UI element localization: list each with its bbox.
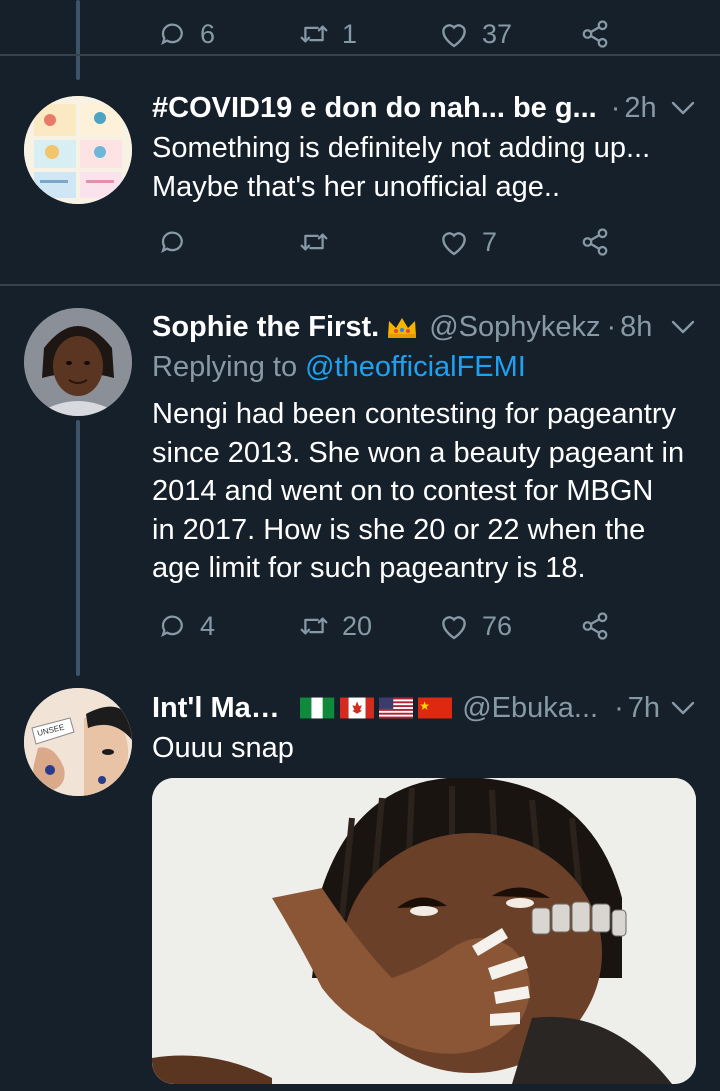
retweet-icon bbox=[300, 233, 328, 251]
thread-line-top bbox=[76, 0, 80, 80]
tweet-menu-button[interactable] bbox=[660, 700, 696, 716]
tweet-divider bbox=[0, 54, 720, 56]
like-count: 76 bbox=[482, 610, 513, 641]
chevron-down-icon bbox=[671, 101, 695, 115]
retweet-count: 20 bbox=[342, 610, 373, 641]
retweet-button[interactable]: 1 bbox=[298, 19, 357, 50]
covid-infographic-avatar bbox=[24, 96, 132, 204]
user-handle[interactable]: @Sophykekz bbox=[429, 311, 600, 344]
display-name[interactable]: Sophie the First. bbox=[152, 311, 379, 344]
retweet-button[interactable] bbox=[298, 227, 342, 257]
reply-icon bbox=[161, 23, 183, 45]
like-button[interactable]: 37 bbox=[438, 19, 512, 50]
display-name[interactable]: #COVID19 e don do nah... be g... bbox=[152, 92, 597, 125]
like-button[interactable]: 76 bbox=[438, 611, 512, 642]
replying-to-label: Replying to bbox=[152, 351, 298, 383]
avatar[interactable] bbox=[24, 96, 132, 204]
retweet-count: 1 bbox=[342, 18, 358, 49]
share-button[interactable] bbox=[580, 19, 610, 49]
avatar[interactable] bbox=[24, 308, 132, 416]
share-button[interactable] bbox=[580, 227, 610, 257]
separator-dot: · bbox=[614, 691, 624, 724]
tweet-time[interactable]: 2h bbox=[624, 92, 656, 125]
user-photo-avatar bbox=[24, 308, 132, 416]
usa-flag-icon bbox=[378, 697, 413, 719]
tweet-actions-top: 6 1 37 bbox=[152, 14, 622, 54]
tweet-actions: 4 20 76 bbox=[152, 606, 622, 646]
nigeria-flag-icon bbox=[300, 697, 335, 719]
share-icon bbox=[582, 228, 608, 256]
tweet-text: Ouuu snap bbox=[152, 732, 294, 764]
tweet-time[interactable]: 7h bbox=[628, 692, 660, 725]
reply-button[interactable] bbox=[158, 227, 200, 257]
like-button[interactable]: 7 bbox=[438, 227, 497, 258]
reply-icon bbox=[161, 231, 183, 253]
separator-dot: · bbox=[606, 310, 617, 343]
reply-count: 6 bbox=[200, 18, 216, 49]
tweet-text-line: in 2017. How is she 20 or 22 when the bbox=[152, 513, 646, 546]
china-flag-icon bbox=[418, 697, 453, 719]
illustration-avatar: UNSEE bbox=[24, 688, 132, 796]
tweet-divider bbox=[0, 284, 720, 286]
tweet-text: Nengi had been contesting for pageantry … bbox=[152, 395, 696, 588]
reply-button[interactable]: 6 bbox=[158, 19, 215, 50]
tweet-header: Sophie the First. @Sophykekz · 8h bbox=[152, 305, 696, 349]
retweet-icon bbox=[300, 25, 328, 43]
like-count: 7 bbox=[482, 226, 498, 257]
crown-icon bbox=[388, 318, 417, 338]
heart-icon bbox=[442, 24, 466, 48]
avatar[interactable]: UNSEE bbox=[24, 688, 132, 796]
display-name[interactable]: Int'l Man™ bbox=[152, 692, 290, 725]
tweet-header: Int'l Man™ @Ebuka... · 7h bbox=[152, 686, 696, 730]
chevron-down-icon bbox=[671, 320, 695, 334]
tweet-text-line: since 2013. She won a beauty pageant in bbox=[152, 436, 685, 469]
reply-count: 4 bbox=[200, 610, 216, 641]
tweet-text-line: Nengi had been contesting for pageantry bbox=[152, 398, 676, 430]
share-icon bbox=[582, 612, 608, 640]
heart-icon bbox=[442, 616, 466, 640]
tweet-text-line: 2014 and went on to contest for MBGN bbox=[152, 475, 654, 507]
share-button[interactable] bbox=[580, 611, 610, 641]
tweet-header: #COVID19 e don do nah... be g... · 2h bbox=[152, 86, 696, 130]
reply-icon bbox=[161, 615, 183, 637]
tweet-menu-button[interactable] bbox=[660, 319, 696, 335]
tweet-text-line: Something is definitely not adding up... bbox=[152, 132, 651, 164]
tweet-time[interactable]: 8h bbox=[620, 311, 652, 344]
canada-flag-icon bbox=[339, 697, 374, 719]
retweet-icon bbox=[300, 617, 328, 635]
like-count: 37 bbox=[482, 18, 513, 49]
user-handle[interactable]: @Ebuka... bbox=[462, 692, 598, 725]
tweet-media-gif[interactable] bbox=[152, 778, 696, 1084]
retweet-button[interactable]: 20 bbox=[298, 611, 372, 642]
gif-woman-covering-mouth bbox=[152, 778, 696, 1084]
heart-icon bbox=[442, 232, 466, 256]
tweet-text-line: Maybe that's her unofficial age.. bbox=[152, 170, 561, 203]
tweet-text: Something is definitely not adding up...… bbox=[152, 129, 696, 206]
thread-line-middle bbox=[76, 420, 80, 676]
chevron-down-icon bbox=[671, 701, 695, 715]
mention-link[interactable]: @theofficialFEMI bbox=[305, 351, 526, 383]
replying-to: Replying to @theofficialFEMI bbox=[152, 351, 526, 384]
tweet-text-line: age limit for such pageantry is 18. bbox=[152, 552, 586, 584]
tweet-menu-button[interactable] bbox=[660, 100, 696, 116]
reply-button[interactable]: 4 bbox=[158, 611, 215, 642]
share-icon bbox=[582, 20, 608, 48]
separator-dot: · bbox=[610, 91, 621, 124]
tweet-actions: 7 bbox=[152, 222, 622, 262]
